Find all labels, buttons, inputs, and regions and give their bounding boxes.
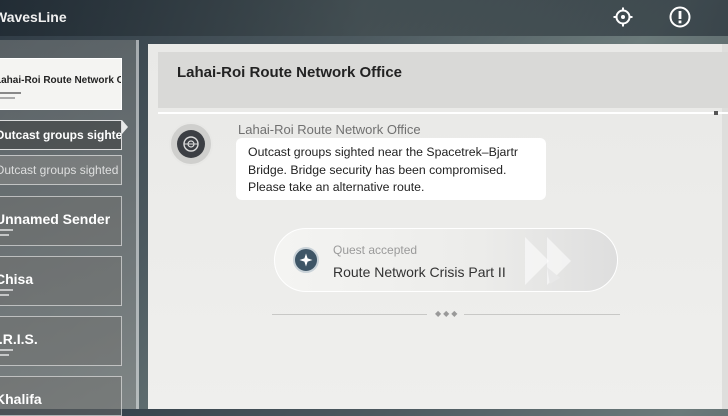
contact-name: Lahai-Roi Route Network Office xyxy=(0,75,121,86)
quest-name: Route Network Crisis Part II xyxy=(333,264,506,280)
contact-name: Unnamed Sender xyxy=(0,211,111,227)
contact-subtext xyxy=(0,234,9,236)
separator-line xyxy=(272,314,427,315)
chat-title: Lahai-Roi Route Network Office xyxy=(177,64,403,81)
contact-subtext xyxy=(0,289,13,291)
contact-subtext xyxy=(0,349,13,351)
scroll-indicator xyxy=(714,111,718,115)
crosshair-icon[interactable] xyxy=(612,6,634,28)
message-line: Outcast groups sighted near the Spacetre… xyxy=(248,145,518,159)
quest-status-label: Quest accepted xyxy=(333,243,418,257)
message-bubble: Outcast groups sighted near the Spacetre… xyxy=(236,138,546,200)
network-office-logo-icon xyxy=(177,130,205,158)
separator-ornament-icon: ◆◆◆ xyxy=(435,309,460,318)
contact-item-chisa[interactable]: Chisa xyxy=(0,256,122,306)
thread-item-active[interactable]: Outcast groups sighted ... xyxy=(0,120,122,150)
sender-avatar xyxy=(169,122,213,166)
contact-item-unnamed-sender[interactable]: Unnamed Sender xyxy=(0,196,122,246)
contact-subtext xyxy=(0,354,9,356)
panel-divider xyxy=(136,40,139,409)
separator-line xyxy=(464,314,620,315)
contact-name: Khalifa xyxy=(0,391,42,407)
message-line: Please take an alternative route. xyxy=(248,180,425,194)
contact-item-khalifa[interactable]: Khalifa xyxy=(0,376,122,416)
contact-sidebar: Lahai-Roi Route Network Office Outcast g… xyxy=(0,40,136,416)
alert-button[interactable] xyxy=(669,6,691,28)
thread-label: Outcast groups sighted ... xyxy=(0,163,121,177)
message-sender: Lahai-Roi Route Network Office xyxy=(238,122,421,137)
contact-name: I.R.I.S. xyxy=(0,331,38,347)
thread-item[interactable]: Outcast groups sighted ... xyxy=(0,155,122,185)
message-line: Bridge. Bridge security has been comprom… xyxy=(248,162,507,177)
exclamation-icon xyxy=(669,6,691,28)
contact-subtext xyxy=(0,294,9,296)
quest-accepted-card[interactable]: Quest accepted Route Network Crisis Part… xyxy=(274,228,618,292)
contact-item-route-network-office[interactable]: Lahai-Roi Route Network Office xyxy=(0,58,122,110)
chat-header: Lahai-Roi Route Network Office xyxy=(158,52,728,108)
contact-subtext xyxy=(0,97,15,99)
compass-icon xyxy=(293,247,319,273)
thread-label: Outcast groups sighted ... xyxy=(0,128,122,142)
top-bar: WavesLine xyxy=(0,0,728,36)
contact-item-iris[interactable]: I.R.I.S. xyxy=(0,316,122,366)
contact-subtext xyxy=(0,229,13,231)
header-divider xyxy=(158,112,728,114)
contact-name: Chisa xyxy=(0,271,34,287)
contact-subtext xyxy=(0,92,21,94)
active-thread-indicator xyxy=(122,120,128,134)
app-title: WavesLine xyxy=(0,9,67,25)
